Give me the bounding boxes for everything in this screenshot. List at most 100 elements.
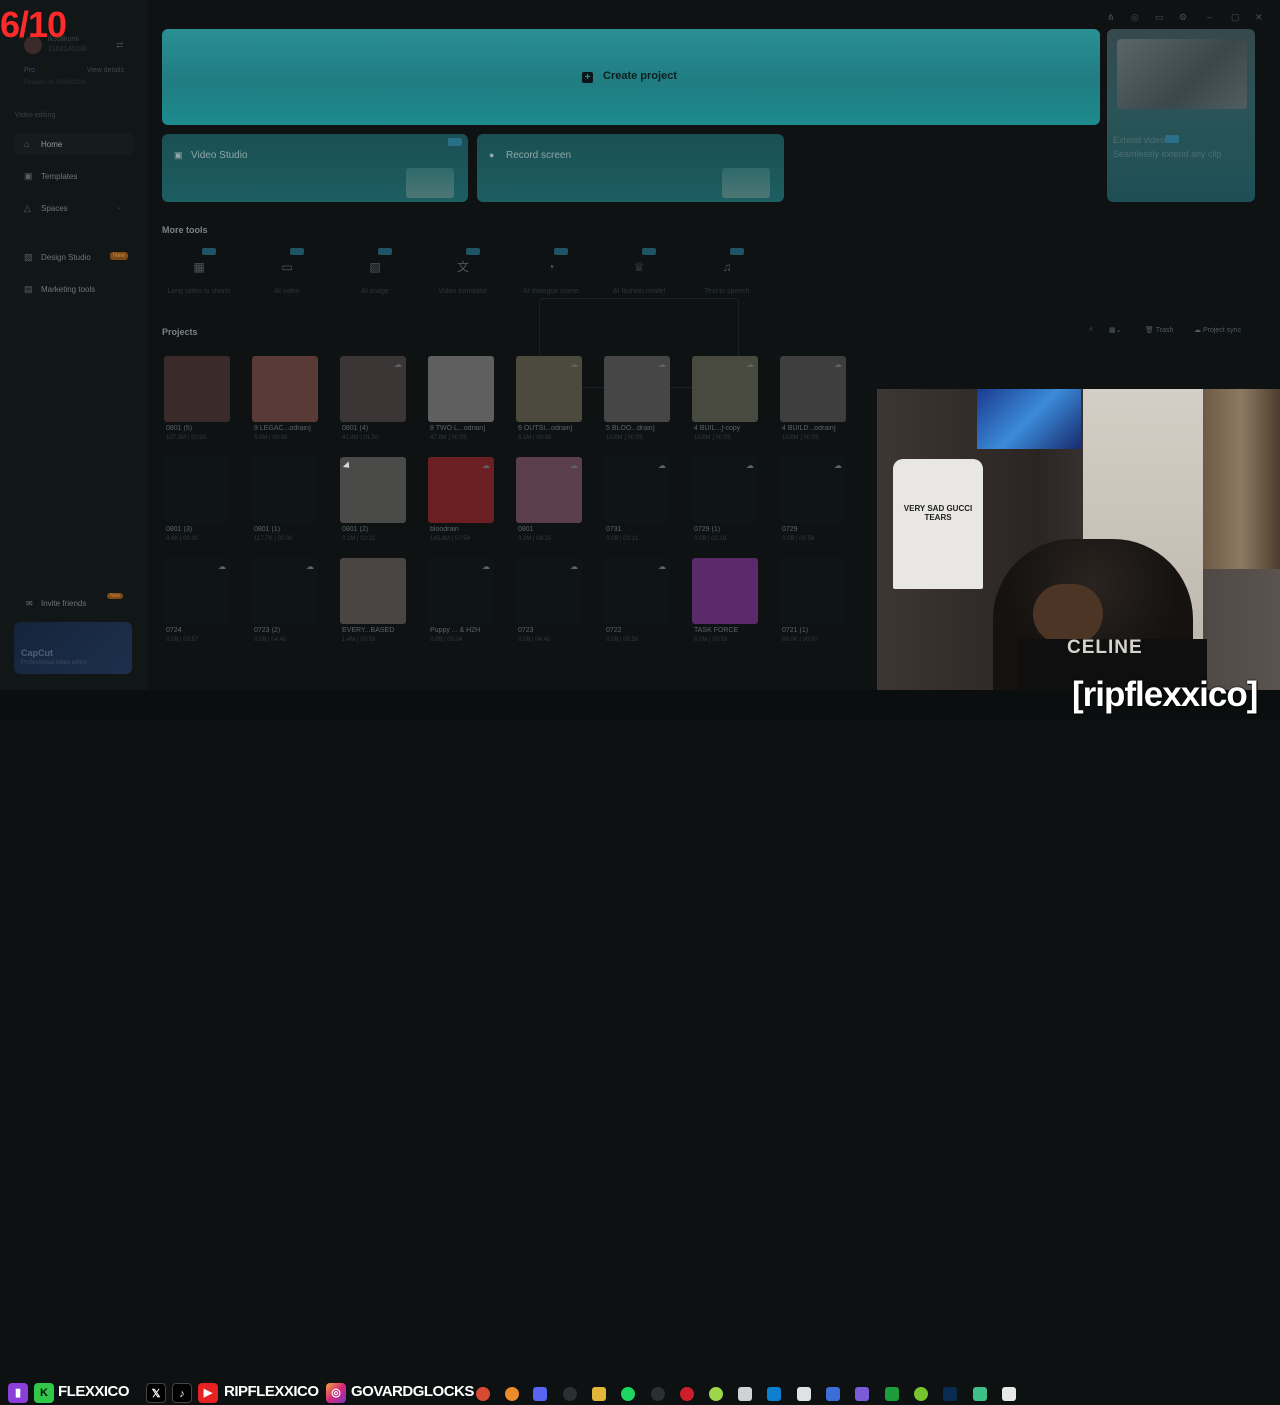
project-card[interactable]: 0801 (5) 107.2M | 00:59 bbox=[164, 356, 230, 446]
settings-icon[interactable] bbox=[826, 1387, 840, 1401]
cloud-icon[interactable]: ☁︎ bbox=[570, 461, 578, 470]
view-details-link[interactable]: View details bbox=[87, 67, 124, 74]
vscode-icon[interactable] bbox=[767, 1387, 781, 1401]
project-card[interactable]: 0801 (2) 3.1M | 02:32 bbox=[340, 457, 406, 547]
steam-icon[interactable] bbox=[651, 1387, 665, 1401]
discord-icon[interactable] bbox=[533, 1387, 547, 1401]
cloud-icon[interactable]: ☁︎ bbox=[658, 562, 666, 571]
tool-video-translator[interactable]: 文 Video translator bbox=[426, 248, 506, 302]
create-project-button[interactable]: + Create project bbox=[582, 70, 677, 86]
maximize-icon[interactable]: ▢ bbox=[1231, 12, 1240, 23]
cloud-icon[interactable]: ☁︎ bbox=[218, 562, 226, 571]
tool-text-to-speech[interactable]: ♫ Text to speech bbox=[690, 248, 770, 302]
feedback-icon[interactable]: ▭ bbox=[1155, 12, 1164, 23]
sidebar: lk3stlkumi 3163140238 ⇄ Pro View details… bbox=[0, 0, 148, 690]
cloud-icon[interactable]: ☁︎ bbox=[658, 461, 666, 470]
project-sync-button[interactable]: ☁︎ Project sync bbox=[1194, 326, 1241, 334]
swap-icon[interactable]: ⇄ bbox=[116, 40, 124, 51]
video-studio-tile[interactable]: ▣ Video Studio bbox=[162, 134, 468, 202]
cloud-icon[interactable]: ☁︎ bbox=[570, 360, 578, 369]
invite-friends-button[interactable]: ✉ Invite friends New bbox=[14, 593, 134, 612]
invite-label: Invite friends bbox=[41, 599, 87, 608]
sidebar-item-home[interactable]: ⌂ Home bbox=[14, 133, 134, 155]
project-card[interactable]: ☁︎ bloodrain 145.8M | 07:54 bbox=[428, 457, 494, 547]
tool-ai-image[interactable]: ▧ AI image bbox=[338, 248, 418, 302]
cloud-icon[interactable]: ☁︎ bbox=[658, 360, 666, 369]
help-icon[interactable]: ◎ bbox=[1131, 12, 1139, 23]
chatgpt-icon[interactable] bbox=[563, 1387, 577, 1401]
project-card[interactable]: ☁︎ 0724 0.0B | 03:57 bbox=[164, 558, 230, 648]
search-icon[interactable]: ⌕ bbox=[1089, 326, 1093, 334]
app4-icon[interactable] bbox=[973, 1387, 987, 1401]
project-meta: 0.0B | 02:18 bbox=[694, 536, 727, 542]
cloud-icon[interactable]: ☁︎ bbox=[570, 562, 578, 571]
cloud-icon[interactable]: ☁︎ bbox=[746, 461, 754, 470]
project-card[interactable]: 0721 (1) 69.0K | 00:00 bbox=[780, 558, 846, 648]
spotify-icon[interactable] bbox=[621, 1387, 635, 1401]
project-card[interactable]: ☁︎ 4 BUIL...]-copy 10.6M | 00:59 bbox=[692, 356, 758, 446]
promo-image bbox=[1117, 39, 1247, 109]
sidebar-item-spaces[interactable]: △ Spaces ⌄ bbox=[14, 197, 134, 219]
cloud-icon[interactable]: ☁︎ bbox=[306, 562, 314, 571]
close-icon[interactable]: ✕ bbox=[1255, 12, 1263, 23]
cloud-icon[interactable]: ☁︎ bbox=[746, 360, 754, 369]
record-screen-tile[interactable]: ● Record screen bbox=[477, 134, 784, 202]
chrome-icon[interactable] bbox=[476, 1387, 490, 1401]
capcut-promo-card[interactable]: CapCut Professional video editor bbox=[14, 622, 132, 674]
project-card[interactable]: ☁︎ 4 BUILD...odrain] 10.6M | 00:59 bbox=[780, 356, 846, 446]
app3-icon[interactable] bbox=[914, 1387, 928, 1401]
minimize-icon[interactable]: – bbox=[1207, 12, 1212, 22]
project-card[interactable]: ☁︎ 5 BLOO...drain] 10.6M | 00:59 bbox=[604, 356, 670, 446]
sidebar-item-label: Marketing tools bbox=[41, 285, 96, 294]
browser-icon[interactable] bbox=[505, 1387, 519, 1401]
tool-ai-fashion[interactable]: ♕ AI fashion model bbox=[602, 248, 682, 302]
project-card[interactable]: 8 TWO L...odrain] 47.9M | 00:59 bbox=[428, 356, 494, 446]
trash-button[interactable]: 🗑︎ Trash bbox=[1145, 326, 1173, 334]
project-thumbnail bbox=[252, 457, 318, 523]
project-card[interactable]: TASK FORCE 6.0M | 00:59 bbox=[692, 558, 758, 648]
tool-label: Video translator bbox=[438, 288, 488, 295]
editor-icon[interactable] bbox=[738, 1387, 752, 1401]
gear-icon[interactable]: ⚙ bbox=[1179, 12, 1187, 23]
project-card[interactable]: ☁︎ 0723 0.0B | 04:40 bbox=[516, 558, 582, 648]
project-card[interactable]: ☁︎ 0722 0.0B | 05:58 bbox=[604, 558, 670, 648]
app-icon[interactable] bbox=[709, 1387, 723, 1401]
cloud-icon[interactable]: ☁︎ bbox=[482, 461, 490, 470]
tool-long-video[interactable]: ▦ Long video to shorts bbox=[162, 248, 242, 302]
folder-icon[interactable] bbox=[592, 1387, 606, 1401]
tool-ai-dialogue[interactable]: ◔ AI dialogue scene bbox=[514, 248, 594, 302]
cloud-icon[interactable]: ☁︎ bbox=[394, 360, 402, 369]
cloud-icon[interactable]: ☁︎ bbox=[834, 360, 842, 369]
app2-icon[interactable] bbox=[855, 1387, 869, 1401]
capcut-taskbar-icon[interactable] bbox=[1002, 1387, 1016, 1401]
sidebar-item-templates[interactable]: ▣ Templates bbox=[14, 165, 134, 187]
project-card[interactable]: EVERY...BASED 1.4M | 00:59 bbox=[340, 558, 406, 648]
project-card[interactable]: ☁︎ 0723 (2) 0.0B | 04:40 bbox=[252, 558, 318, 648]
project-card[interactable]: 0801 (1) 117.7K | 00:00 bbox=[252, 457, 318, 547]
view-toggle-icon[interactable]: ▦⌄ bbox=[1109, 326, 1121, 334]
chevron-down-icon[interactable]: ⌄ bbox=[116, 203, 122, 211]
tool-ai-video[interactable]: ▭ AI video bbox=[250, 248, 330, 302]
project-card[interactable]: 9 LEGAC...odrain] 5.0M | 00:59 bbox=[252, 356, 318, 446]
xbox-icon[interactable] bbox=[885, 1387, 899, 1401]
project-card[interactable]: ☁︎ 0729 (1) 0.0B | 02:18 bbox=[692, 457, 758, 547]
sidebar-item-design-studio[interactable]: ▨ Design Studio New bbox=[14, 246, 134, 268]
project-meta: 0.0B | 05:04 bbox=[430, 637, 463, 643]
share-icon[interactable]: ⋔ bbox=[1107, 12, 1115, 23]
extend-video-promo[interactable]: Extend video Seamlessly extend any clip bbox=[1107, 29, 1255, 202]
file-icon[interactable] bbox=[797, 1387, 811, 1401]
cloud-icon[interactable]: ☁︎ bbox=[482, 562, 490, 571]
project-card[interactable]: ☁︎ 0801 3.3M | 04:25 bbox=[516, 457, 582, 547]
webcam-face bbox=[1033, 584, 1103, 644]
photoshop-icon[interactable] bbox=[943, 1387, 957, 1401]
create-project-banner[interactable]: + Create project bbox=[162, 29, 1100, 125]
project-card[interactable]: ☁︎ Puppy ... & H2H 0.0B | 05:04 bbox=[428, 558, 494, 648]
cloud-icon[interactable]: ☁︎ bbox=[834, 461, 842, 470]
project-card[interactable]: 0801 (3) 4.6K | 00:00 bbox=[164, 457, 230, 547]
project-card[interactable]: ☁︎ 0731 0.0B | 03:11 bbox=[604, 457, 670, 547]
sidebar-item-marketing-tools[interactable]: ▤ Marketing tools bbox=[14, 278, 134, 300]
project-card[interactable]: ☁︎ 0801 (4) 41.4M | 01:50 bbox=[340, 356, 406, 446]
project-card[interactable]: ☁︎ 0729 0.0B | 05:58 bbox=[780, 457, 846, 547]
project-card[interactable]: ☁︎ 6 OUTSI...odrain] 6.1M | 00:59 bbox=[516, 356, 582, 446]
opera-icon[interactable] bbox=[680, 1387, 694, 1401]
